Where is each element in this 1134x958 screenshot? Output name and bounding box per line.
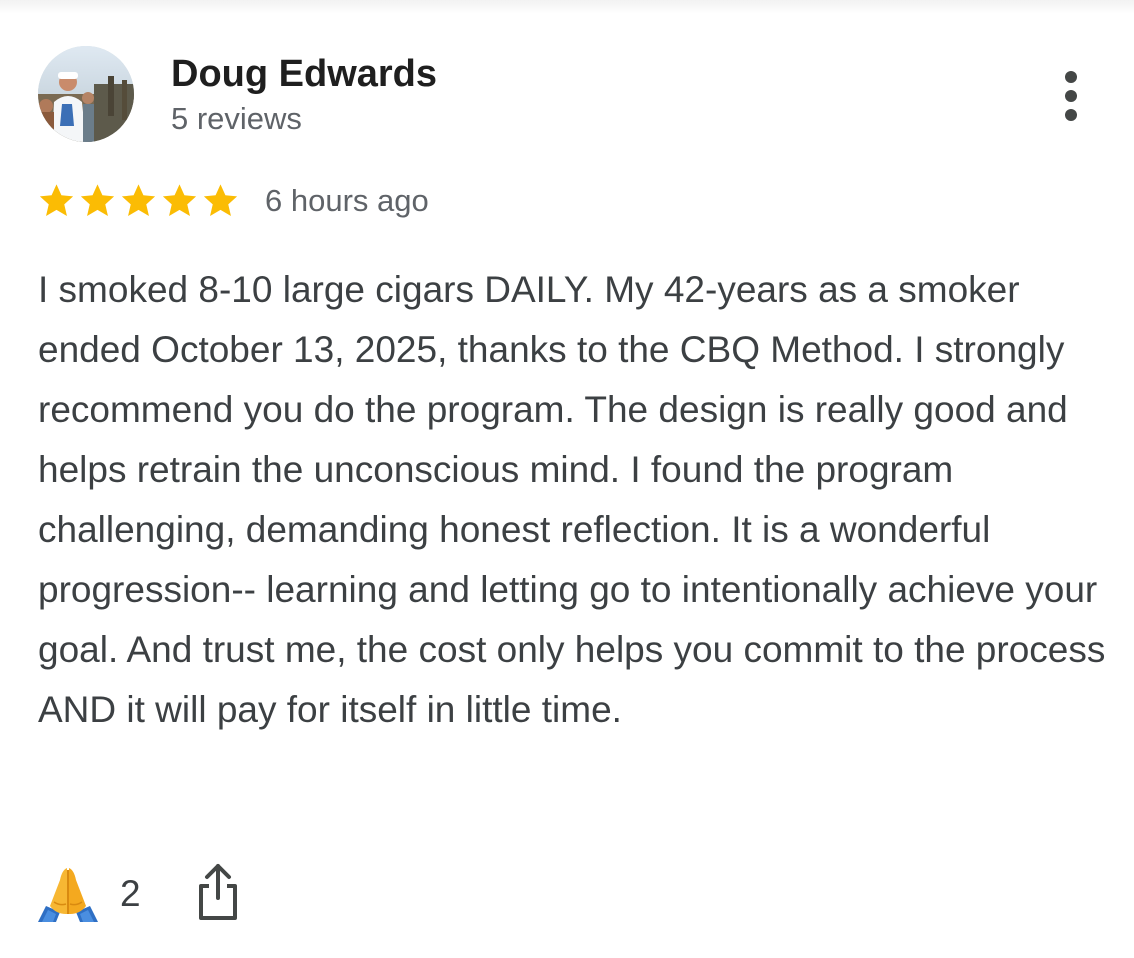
star-icon (80, 184, 115, 217)
star-icon (39, 184, 74, 217)
star-icon (162, 184, 197, 217)
star-rating (37, 180, 242, 222)
review-text: I smoked 8-10 large cigars DAILY. My 42-… (38, 269, 1106, 730)
more-options-button[interactable] (1046, 64, 1096, 128)
author-review-count[interactable]: 5 reviews (171, 100, 302, 138)
share-icon (199, 864, 237, 920)
star-icon (121, 184, 156, 217)
more-vert-icon (1065, 71, 1077, 121)
star-icon (203, 184, 238, 217)
author-name[interactable]: Doug Edwards (171, 52, 437, 96)
reaction-count: 2 (120, 873, 141, 914)
share-button[interactable] (194, 862, 242, 922)
review-timestamp: 6 hours ago (265, 183, 429, 218)
avatar-photo (38, 46, 134, 142)
avatar[interactable] (38, 46, 134, 142)
reaction-button[interactable]: 2 (36, 864, 141, 924)
top-shadow (0, 0, 1134, 14)
folded-hands-icon (38, 868, 98, 922)
